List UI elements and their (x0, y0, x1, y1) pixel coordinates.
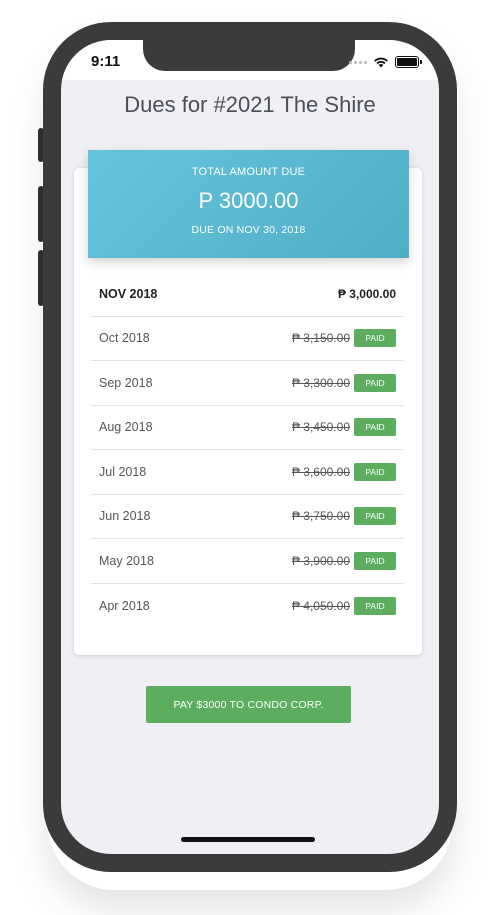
status-time: 9:11 (91, 53, 121, 70)
row-amount: ₱ 3,750.00 (291, 509, 350, 524)
total-due-amount: P 3000.00 (198, 188, 299, 213)
paid-badge: PAID (354, 507, 396, 526)
signal-icon (349, 60, 367, 64)
list-item[interactable]: Jul 2018 ₱ 3,600.00 PAID (91, 450, 404, 495)
row-amount: ₱ 3,000.00 (337, 286, 396, 301)
paid-badge: PAID (354, 418, 396, 437)
row-right: ₱ 3,750.00 PAID (291, 507, 396, 526)
row-right: ₱ 3,000.00 (338, 287, 396, 301)
row-right: ₱ 3,900.00 PAID (291, 551, 396, 570)
pay-button[interactable]: PAY $3000 TO CONDO CORP. (146, 686, 351, 723)
row-amount: ₱ 3,450.00 (291, 420, 350, 435)
due-date: DUE ON NOV 30, 2018 (191, 224, 306, 236)
row-month: NOV 2018 (99, 286, 158, 301)
phone-screen: 9:11 Dues for #2021 The Shire TOTAL AMOU… (61, 40, 439, 854)
status-icons (349, 56, 422, 68)
row-amount: ₱ 3,900.00 (291, 553, 350, 568)
paid-badge: PAID (354, 329, 396, 348)
list-item[interactable]: Oct 2018 ₱ 3,150.00 PAID (91, 317, 404, 361)
list-item[interactable]: NOV 2018 ₱ 3,000.00 (91, 272, 404, 317)
paid-badge: PAID (354, 551, 396, 570)
row-right: ₱ 3,450.00 PAID (291, 418, 396, 437)
row-month: Aug 2018 (99, 420, 153, 435)
paid-badge: PAID (354, 596, 396, 615)
row-month: Sep 2018 (99, 375, 153, 390)
status-bar: 9:11 (61, 40, 439, 80)
total-due-banner: TOTAL AMOUNT DUE P 3000.00 DUE ON NOV 30… (88, 150, 409, 258)
dues-list: NOV 2018 ₱ 3,000.00 Oct 2018 ₱ 3,150.00 … (91, 272, 404, 628)
home-indicator[interactable] (181, 837, 315, 842)
row-right: ₱ 3,300.00 PAID (291, 373, 396, 392)
row-amount: ₱ 3,600.00 (291, 464, 350, 479)
list-item[interactable]: Jun 2018 ₱ 3,750.00 PAID (91, 495, 404, 539)
row-amount: ₱ 3,300.00 (291, 375, 350, 390)
row-right: ₱ 4,050.00 PAID (291, 596, 396, 615)
row-right: ₱ 3,150.00 PAID (291, 329, 396, 348)
paid-badge: PAID (354, 373, 396, 392)
row-amount: ₱ 3,150.00 (291, 331, 350, 346)
paid-badge: PAID (354, 462, 396, 481)
list-item[interactable]: May 2018 ₱ 3,900.00 PAID (91, 539, 404, 584)
total-due-label: TOTAL AMOUNT DUE (191, 166, 306, 178)
notch (143, 40, 355, 71)
row-amount: ₱ 4,050.00 (291, 598, 350, 613)
page-title: Dues for #2021 The Shire (124, 92, 376, 117)
row-month: Jul 2018 (99, 464, 147, 479)
row-month: Jun 2018 (99, 509, 151, 524)
row-month: Apr 2018 (99, 598, 150, 613)
wifi-icon (374, 57, 388, 68)
battery-icon (395, 56, 422, 68)
row-month: May 2018 (99, 553, 154, 568)
list-item[interactable]: Apr 2018 ₱ 4,050.00 PAID (91, 584, 404, 629)
list-item[interactable]: Sep 2018 ₱ 3,300.00 PAID (91, 361, 404, 406)
row-month: Oct 2018 (99, 331, 150, 346)
row-right: ₱ 3,600.00 PAID (291, 462, 396, 481)
list-item[interactable]: Aug 2018 ₱ 3,450.00 PAID (91, 406, 404, 450)
